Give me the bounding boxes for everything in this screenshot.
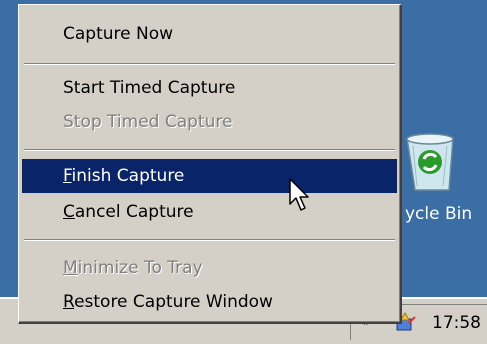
- mouse-pointer-icon: [289, 178, 309, 211]
- menu-item-capture-now[interactable]: Capture Now: [22, 17, 397, 51]
- menu-item-mnemonic: M: [63, 258, 78, 278]
- menu-item-label: Stop Timed Capture: [63, 112, 233, 132]
- menu-item-label-rest: inish Capture: [71, 166, 185, 186]
- menu-item-mnemonic: R: [63, 292, 75, 312]
- menu-item-mnemonic: F: [63, 166, 72, 186]
- menu-item-start-timed-capture[interactable]: Start Timed Capture: [22, 71, 397, 105]
- recycle-bin-label: ycle Bin: [405, 204, 473, 224]
- recycle-bin[interactable]: ycle Bin: [405, 132, 487, 242]
- clock[interactable]: 17:58: [432, 313, 481, 333]
- menu-item-finish-capture[interactable]: Finish Capture: [22, 159, 397, 193]
- menu-item-stop-timed-capture: Stop Timed Capture: [22, 105, 397, 139]
- menu-item-label: Start Timed Capture: [63, 78, 236, 98]
- menu-item-label-rest: estore Capture Window: [74, 292, 273, 312]
- recycle-bin-icon: [406, 133, 454, 191]
- menu-separator: [24, 63, 395, 65]
- menu-separator: [24, 239, 395, 241]
- menu-item-label: Capture Now: [63, 24, 174, 44]
- menu-item-label-rest: ancel Capture: [74, 202, 194, 222]
- menu-item-restore-capture-window[interactable]: Restore Capture Window: [22, 285, 397, 319]
- menu-item-cancel-capture[interactable]: Cancel Capture: [22, 195, 397, 229]
- menu-item-label-rest: inimize To Tray: [77, 258, 203, 278]
- menu-item-mnemonic: C: [63, 202, 75, 222]
- menu-separator: [24, 149, 395, 151]
- context-menu: Capture Now Start Timed Capture Stop Tim…: [18, 4, 402, 324]
- menu-item-minimize-to-tray: Minimize To Tray: [22, 251, 397, 285]
